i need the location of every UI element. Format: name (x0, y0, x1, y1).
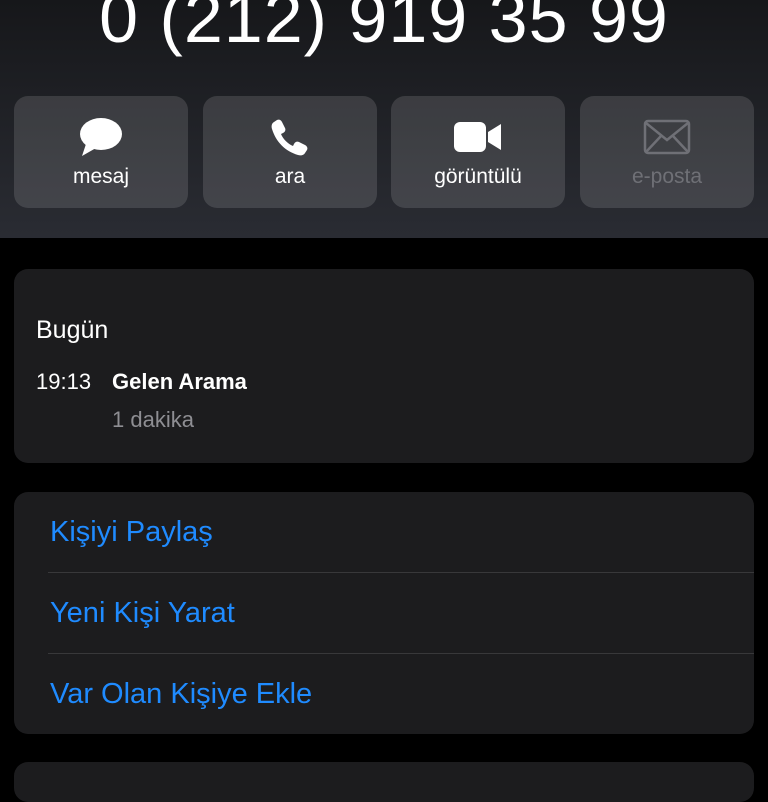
email-button[interactable]: e-posta (580, 96, 754, 208)
share-contact-button[interactable]: Kişiyi Paylaş (14, 492, 754, 572)
message-bubble-icon (14, 116, 188, 158)
video-call-button[interactable]: görüntülü (391, 96, 565, 208)
email-button-label: e-posta (631, 165, 703, 188)
next-section-card (14, 762, 754, 802)
phone-number: 0 (212) 919 35 99 (99, 0, 669, 57)
video-call-button-label: görüntülü (434, 165, 522, 188)
share-contact-label: Kişiyi Paylaş (50, 516, 213, 548)
quick-actions: mesaj ara görüntülü e-posta (14, 96, 754, 208)
contact-options-card: Kişiyi Paylaş Yeni Kişi Yarat Var Olan K… (14, 492, 754, 734)
call-history-date: Bugün (36, 316, 109, 344)
envelope-icon (580, 116, 754, 158)
message-button-label: mesaj (72, 165, 130, 188)
call-history-time: 19:13 (36, 369, 92, 394)
add-to-existing-contact-button[interactable]: Var Olan Kişiye Ekle (14, 654, 754, 734)
phone-icon (203, 116, 377, 158)
call-history-type: Gelen Arama (112, 369, 247, 394)
call-button-label: ara (274, 165, 306, 188)
contact-header: 0 (212) 919 35 99 mesaj ara görüntülü e-… (0, 0, 768, 238)
call-button[interactable]: ara (203, 96, 377, 208)
create-new-contact-button[interactable]: Yeni Kişi Yarat (14, 573, 754, 653)
video-camera-icon (391, 116, 565, 158)
message-button[interactable]: mesaj (14, 96, 188, 208)
create-new-contact-label: Yeni Kişi Yarat (50, 597, 235, 629)
call-history-duration: 1 dakika (112, 407, 194, 432)
add-to-existing-contact-label: Var Olan Kişiye Ekle (50, 678, 313, 710)
